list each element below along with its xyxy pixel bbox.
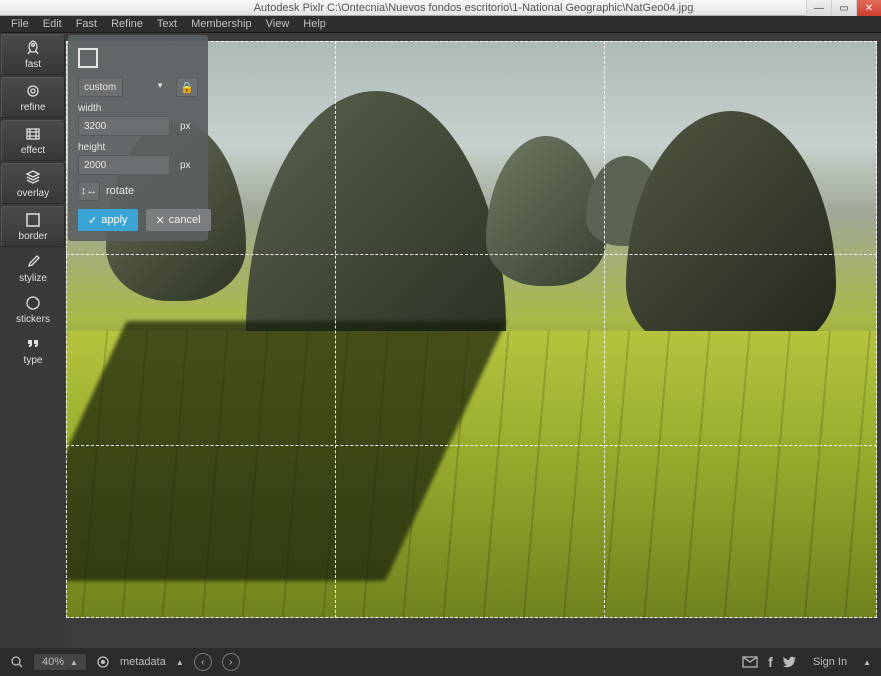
tool-stickers[interactable]: stickers: [0, 289, 66, 330]
menu-membership[interactable]: Membership: [184, 16, 259, 33]
tool-border[interactable]: border: [1, 206, 65, 247]
menu-help[interactable]: Help: [296, 16, 333, 33]
tool-sidebar: fast refine effect overlay border styliz…: [0, 33, 66, 648]
height-label: height: [78, 142, 198, 153]
width-label: width: [78, 103, 198, 114]
tool-label: fast: [25, 59, 41, 70]
tool-fast[interactable]: fast: [1, 34, 65, 75]
rotate-button[interactable]: ↕↔: [78, 181, 100, 201]
width-unit: px: [180, 121, 191, 132]
minimize-button[interactable]: —: [806, 0, 831, 16]
layers-icon: [24, 168, 42, 186]
metadata-expand[interactable]: ▲: [176, 658, 184, 667]
tool-label: refine: [20, 102, 45, 113]
facebook-icon[interactable]: f: [768, 654, 773, 670]
tool-label: stickers: [16, 314, 50, 325]
crop-icon: [78, 48, 98, 68]
rocket-icon: [24, 39, 42, 57]
tool-label: overlay: [17, 188, 49, 199]
menu-file[interactable]: File: [4, 16, 36, 33]
menu-bar: File Edit Fast Refine Text Membership Vi…: [0, 16, 881, 33]
menu-edit[interactable]: Edit: [36, 16, 69, 33]
apply-button[interactable]: ✓ apply: [78, 209, 138, 231]
brush-icon: [24, 253, 42, 271]
menu-text[interactable]: Text: [150, 16, 184, 33]
metadata-icon[interactable]: [96, 655, 110, 669]
height-unit: px: [180, 160, 191, 171]
tool-label: stylize: [19, 273, 47, 284]
status-bar: 40%▲ metadata ▲ ‹ › f Sign In ▲: [0, 648, 881, 676]
window-title: Autodesk Pixlr C:\Ontecnia\Nuevos fondos…: [66, 2, 881, 14]
rotate-label: rotate: [106, 185, 134, 197]
signin-expand[interactable]: ▲: [863, 658, 871, 667]
sticker-icon: [24, 294, 42, 312]
tool-stylize[interactable]: stylize: [0, 248, 66, 289]
twitter-icon[interactable]: [783, 655, 797, 669]
tool-label: effect: [21, 145, 45, 156]
signin-link[interactable]: Sign In: [813, 656, 847, 668]
crop-preset-select[interactable]: custom: [78, 77, 123, 97]
prev-button[interactable]: ‹: [194, 653, 212, 671]
target-icon: [24, 82, 42, 100]
menu-view[interactable]: View: [259, 16, 297, 33]
mail-icon[interactable]: [742, 656, 758, 668]
next-button[interactable]: ›: [222, 653, 240, 671]
tool-label: type: [24, 355, 43, 366]
metadata-label[interactable]: metadata: [120, 656, 166, 668]
zoom-level[interactable]: 40%▲: [34, 654, 86, 670]
menu-fast[interactable]: Fast: [69, 16, 104, 33]
tool-refine[interactable]: refine: [1, 77, 65, 118]
title-bar: Autodesk Pixlr C:\Ontecnia\Nuevos fondos…: [0, 0, 881, 16]
height-input[interactable]: [78, 155, 170, 175]
quote-icon: [24, 335, 42, 353]
width-input[interactable]: [78, 116, 170, 136]
aspect-lock-button[interactable]: 🔒: [176, 77, 198, 97]
film-icon: [24, 125, 42, 143]
tool-overlay[interactable]: overlay: [1, 163, 65, 204]
cancel-button[interactable]: ✕ cancel: [146, 209, 211, 231]
crop-panel: custom 🔒 width px height px ↕↔ rotate ✓ …: [68, 35, 208, 241]
tool-effect[interactable]: effect: [1, 120, 65, 161]
close-button[interactable]: ✕: [856, 0, 881, 16]
tool-type[interactable]: type: [0, 330, 66, 371]
menu-refine[interactable]: Refine: [104, 16, 150, 33]
search-icon[interactable]: [10, 655, 24, 669]
border-icon: [24, 211, 42, 229]
maximize-button[interactable]: ▭: [831, 0, 856, 16]
tool-label: border: [19, 231, 48, 242]
